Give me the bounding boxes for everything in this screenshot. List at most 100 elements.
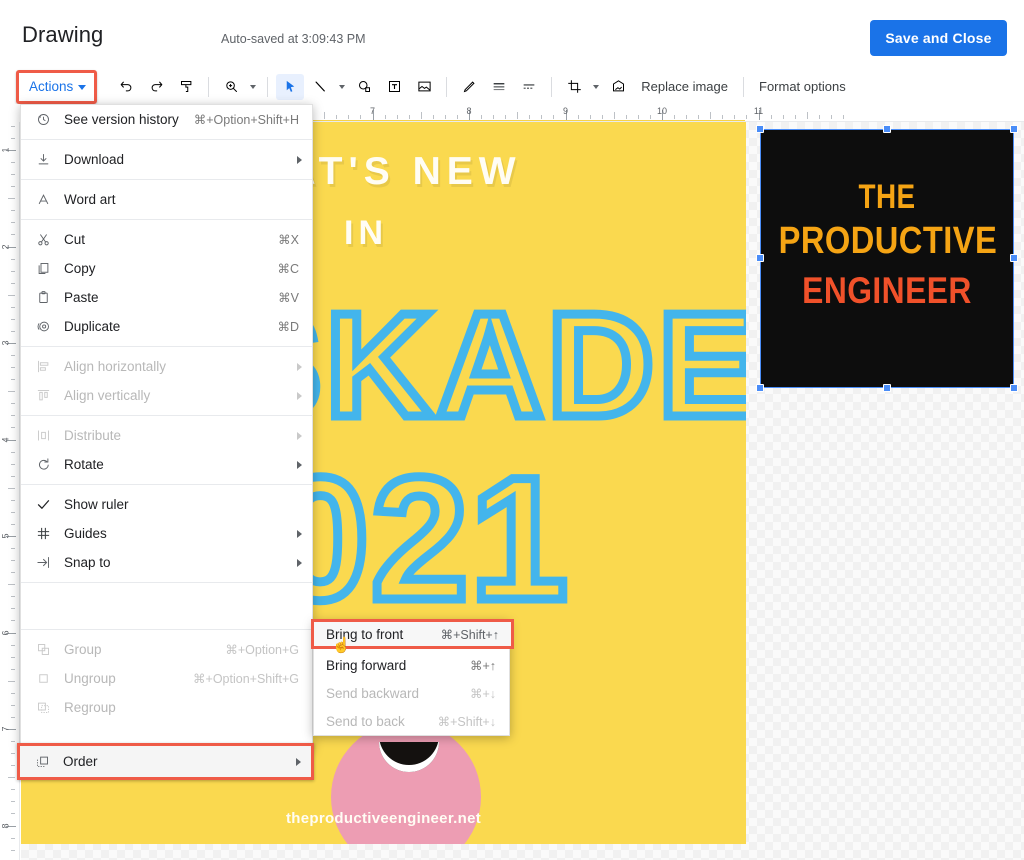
menu-item-ungroup: Ungroup ⌘+Option+Shift+G xyxy=(21,664,312,693)
actions-dropdown-menu[interactable]: See version history ⌘+Option+Shift+H Downl… xyxy=(17,104,314,780)
border-dash-icon[interactable] xyxy=(515,74,543,100)
ruler-minor-tick xyxy=(408,115,410,119)
menu-item-show-ruler[interactable]: Show ruler xyxy=(21,490,312,519)
cut-icon xyxy=(32,231,54,249)
menu-item-rotate[interactable]: Rotate xyxy=(21,450,312,479)
ruler-minor-tick xyxy=(11,318,15,320)
ruler-minor-tick xyxy=(11,668,15,670)
submenu-item-label: Send backward xyxy=(326,685,420,701)
resize-handle-w[interactable] xyxy=(756,254,764,262)
ruler-minor-tick xyxy=(11,367,15,369)
resize-handle-s[interactable] xyxy=(883,384,891,392)
zoom-dropdown-icon[interactable] xyxy=(246,74,260,100)
line-icon[interactable] xyxy=(306,74,334,100)
menu-item-order[interactable]: Order xyxy=(20,746,311,777)
ruler-minor-tick xyxy=(11,644,15,646)
ruler-minor-tick xyxy=(517,112,519,119)
ruler-label: 2 xyxy=(0,243,11,250)
selected-image-line-1: THE xyxy=(858,178,916,216)
ruler-minor-tick xyxy=(11,692,15,694)
header-bar: Drawing Auto-saved at 3:09:43 PM Save an… xyxy=(0,0,1024,70)
save-and-close-button[interactable]: Save and Close xyxy=(870,20,1007,56)
ruler-label: 8 xyxy=(0,822,11,829)
menu-item-cut[interactable]: Cut ⌘X xyxy=(21,225,312,254)
zoom-icon[interactable] xyxy=(217,74,245,100)
image-icon[interactable] xyxy=(410,74,438,100)
menu-item-label: Ungroup xyxy=(64,671,116,686)
resize-handle-e[interactable] xyxy=(1010,254,1018,262)
ruler-minor-tick xyxy=(444,115,446,119)
actions-menu-button[interactable]: Actions xyxy=(21,74,93,99)
shape-icon[interactable] xyxy=(350,74,378,100)
resize-handle-n[interactable] xyxy=(883,125,891,133)
menu-item-shortcut: ⌘D xyxy=(277,320,299,334)
ruler-minor-tick xyxy=(11,813,15,815)
submenu-item-send-backward: Send backward ⌘+↓ xyxy=(314,679,509,707)
ruler-minor-tick xyxy=(11,222,15,224)
submenu-item-bring-forward[interactable]: Bring forward ⌘+↑ xyxy=(314,651,509,679)
border-weight-icon[interactable] xyxy=(485,74,513,100)
ruler-minor-tick xyxy=(11,837,15,839)
ruler-minor-tick xyxy=(11,415,15,417)
menu-item-copy[interactable]: Copy ⌘C xyxy=(21,254,312,283)
ruler-minor-tick xyxy=(11,548,15,550)
menu-item-paste[interactable]: Paste ⌘V xyxy=(21,283,312,312)
snap-to-icon xyxy=(32,554,54,572)
menu-item-shortcut: ⌘+Option+Shift+G xyxy=(193,672,299,686)
submenu-item-label: Bring forward xyxy=(326,657,407,673)
ruler-minor-tick xyxy=(348,115,350,119)
selected-image-object[interactable]: THE PRODUCTIVE ENGINEER xyxy=(756,125,1018,392)
ruler-minor-tick xyxy=(11,789,15,791)
select-icon[interactable] xyxy=(276,73,305,100)
toolbar-divider xyxy=(208,76,210,97)
menu-item-see-version-history[interactable]: See version history ⌘+Option+Shift+H xyxy=(21,105,312,134)
ruler-minor-tick xyxy=(481,115,483,119)
ruler-minor-tick xyxy=(11,330,15,332)
chevron-right-icon xyxy=(297,529,302,538)
ruler-minor-tick xyxy=(637,115,639,119)
mask-image-icon[interactable] xyxy=(604,74,632,100)
menu-item-order-highlight[interactable]: Order xyxy=(17,743,314,780)
text-box-icon[interactable] xyxy=(380,74,408,100)
ruler-minor-tick xyxy=(842,115,844,119)
ruler-minor-tick xyxy=(8,584,15,586)
menu-divider xyxy=(21,582,312,583)
submenu-item-send-to-back: Send to back ⌘+Shift+↓ xyxy=(314,707,509,735)
ruler-minor-tick xyxy=(11,270,15,272)
redo-icon[interactable] xyxy=(142,74,170,100)
menu-item-group: Group ⌘+Option+G xyxy=(21,635,312,664)
menu-item-label: Download xyxy=(64,152,125,167)
menu-item-word-art[interactable]: Word art xyxy=(21,185,312,214)
ruler-minor-tick xyxy=(11,753,15,755)
ruler-corner xyxy=(0,104,20,122)
ruler-minor-tick xyxy=(529,115,531,119)
paint-format-icon[interactable] xyxy=(172,74,200,100)
chevron-right-icon xyxy=(297,558,302,567)
ruler-minor-tick xyxy=(8,294,15,296)
menu-divider xyxy=(21,484,312,485)
replace-image-button[interactable]: Replace image xyxy=(633,79,736,94)
menu-item-duplicate[interactable]: Duplicate ⌘D xyxy=(21,312,312,341)
resize-handle-nw[interactable] xyxy=(756,125,764,133)
crop-icon[interactable] xyxy=(560,74,588,100)
ruler-minor-tick xyxy=(11,451,15,453)
selected-image-line-3: ENGINEER xyxy=(802,270,972,311)
ruler-minor-tick xyxy=(456,115,458,119)
ruler-minor-tick xyxy=(734,115,736,119)
undo-icon[interactable] xyxy=(112,74,140,100)
ruler-minor-tick xyxy=(601,115,603,119)
chevron-right-icon xyxy=(296,757,301,766)
pencil-icon[interactable] xyxy=(455,74,483,100)
line-dropdown-icon[interactable] xyxy=(335,74,349,100)
rotate-icon xyxy=(32,456,54,474)
menu-item-download[interactable]: Download xyxy=(21,145,312,174)
crop-dropdown-icon[interactable] xyxy=(589,74,603,100)
ruler-label: 11 xyxy=(753,106,764,116)
format-options-button[interactable]: Format options xyxy=(751,79,854,94)
paste-icon xyxy=(32,289,54,307)
resize-handle-ne[interactable] xyxy=(1010,125,1018,133)
resize-handle-sw[interactable] xyxy=(756,384,764,392)
menu-item-guides[interactable]: Guides xyxy=(21,519,312,548)
menu-item-snap-to[interactable]: Snap to xyxy=(21,548,312,577)
resize-handle-se[interactable] xyxy=(1010,384,1018,392)
